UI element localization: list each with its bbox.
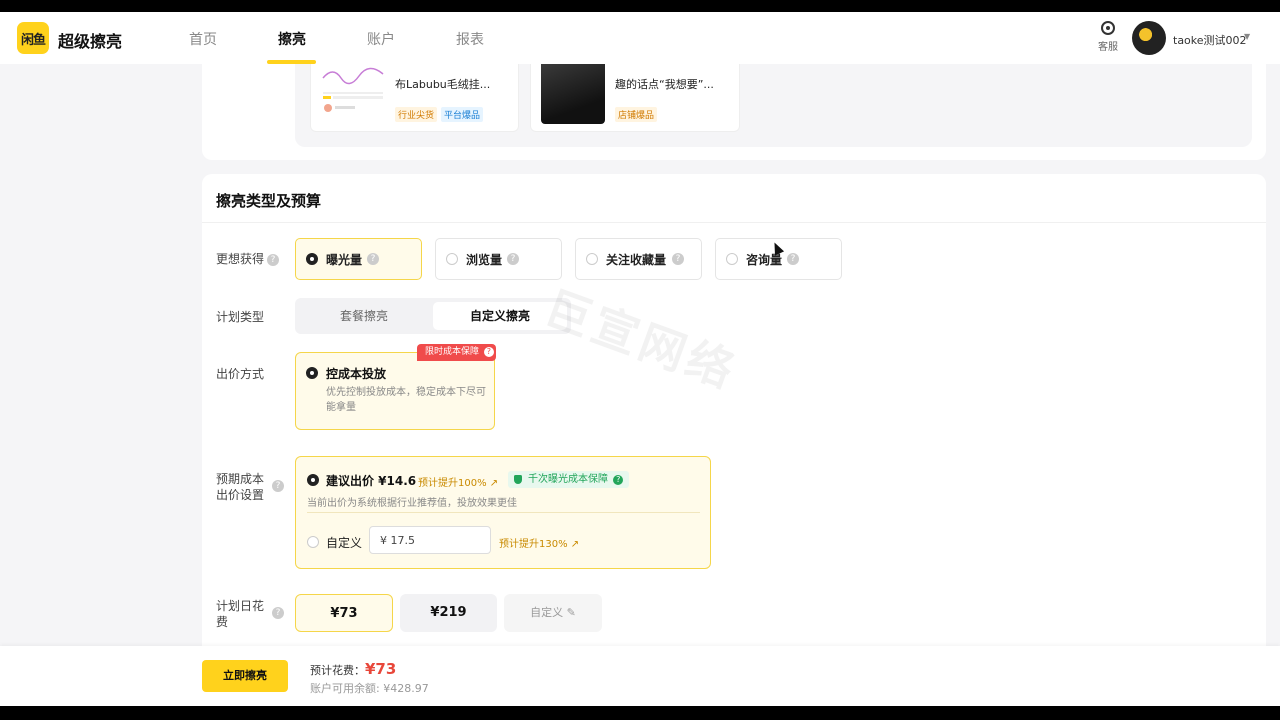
- case-item[interactable]: 布Labubu毛绒挂... 行业尖货 平台爆品: [310, 64, 519, 132]
- help-icon[interactable]: ?: [272, 607, 284, 619]
- case-title: 趣的话点“我想要”...: [615, 78, 714, 91]
- radio-unchecked-icon[interactable]: [307, 536, 319, 548]
- radio-checked-icon: [306, 253, 318, 265]
- headset-icon: [1101, 21, 1115, 35]
- guarantee-text: 千次曝光成本保障: [528, 474, 608, 485]
- help-icon[interactable]: ?: [672, 253, 684, 265]
- help-icon[interactable]: ?: [483, 347, 494, 357]
- case-tag: 平台爆品: [441, 107, 484, 122]
- custom-lift-text: 预计提升130%: [499, 539, 568, 550]
- custom-bid-label[interactable]: 自定义: [326, 534, 362, 551]
- radio-unchecked-icon: [726, 253, 738, 265]
- footer-bar: 立即擦亮 预计花费：¥73 账户可用余额: ¥428.97: [0, 646, 1280, 706]
- budget-option-custom[interactable]: 自定义 ✎: [504, 594, 602, 632]
- nav-report[interactable]: 报表: [456, 29, 484, 49]
- custom-lift: 预计提升130% ↗: [499, 535, 579, 550]
- radio-unchecked-icon: [586, 253, 598, 265]
- daily-budget-label-line1: 计划日花: [216, 599, 265, 613]
- nav-account[interactable]: 账户: [367, 29, 395, 49]
- suggested-hint: 当前出价为系统根据行业推荐值，投放效果更佳: [307, 498, 517, 509]
- watermark: 巨宣网络: [537, 280, 745, 400]
- arrow-up-icon: ↗: [489, 478, 499, 489]
- case-item[interactable]: 趣的话点“我想要”... 店铺爆品: [530, 64, 740, 132]
- nav-home[interactable]: 首页: [189, 29, 217, 49]
- suggested-lift: 预计提升100% ↗: [418, 474, 498, 489]
- goal-option-label: 关注收藏量: [606, 253, 667, 267]
- trend-chart-icon: [322, 67, 384, 112]
- bid-method-cost-control[interactable]: 控成本投放 优先控制投放成本，稳定成本下尽可能拿量: [295, 352, 495, 430]
- help-icon[interactable]: ?: [787, 253, 799, 265]
- estimated-cost-label: 预计花费：: [310, 664, 365, 677]
- bid-method-title: 控成本投放: [326, 367, 387, 381]
- estimated-cost: 预计花费：¥73: [310, 660, 396, 678]
- daily-budget-label: 计划日花 费: [216, 598, 264, 630]
- expected-cost-label-line2: 出价设置: [216, 488, 265, 502]
- goal-option-exposure[interactable]: 曝光量 ?: [295, 238, 422, 280]
- avatar[interactable]: [1132, 21, 1166, 55]
- customer-service-label: 客服: [1098, 42, 1118, 53]
- case-card: 布Labubu毛绒挂... 行业尖货 平台爆品 趣的话点“我想要”... 店铺爆…: [202, 64, 1266, 160]
- polish-settings-card: 擦亮类型及预算 更想获得? 曝光量 ? 浏览量 ? 关注收藏量 ? 咨询量 ? …: [202, 174, 1266, 706]
- divider: [202, 222, 1266, 223]
- bid-method-desc: 优先控制投放成本，稳定成本下尽可能拿量: [326, 387, 486, 413]
- plan-type-switch: 套餐擦亮 自定义擦亮: [295, 298, 571, 334]
- customer-service-button[interactable]: 客服: [1096, 21, 1120, 53]
- case-thumbnail: [321, 64, 385, 124]
- help-icon[interactable]: ?: [272, 480, 284, 492]
- help-icon[interactable]: ?: [507, 253, 519, 265]
- help-icon[interactable]: ?: [613, 475, 624, 485]
- plan-type-package[interactable]: 套餐擦亮: [295, 298, 433, 334]
- bid-method-label: 出价方式: [216, 367, 265, 381]
- radio-checked-icon: [306, 367, 318, 379]
- section-title: 擦亮类型及预算: [216, 192, 322, 210]
- goal-label: 更想获得?: [216, 251, 280, 267]
- suggested-lift-text: 预计提升100%: [418, 478, 487, 489]
- account-balance: 账户可用余额: ¥428.97: [310, 682, 429, 695]
- expected-cost-panel: 建议出价 ¥14.6 预计提升100% ↗ 千次曝光成本保障 ? 当前出价为系统…: [295, 456, 711, 569]
- badge-text: 限时成本保障: [425, 347, 480, 357]
- case-list: 布Labubu毛绒挂... 行业尖货 平台爆品 趣的话点“我想要”... 店铺爆…: [295, 64, 1252, 147]
- goal-option-label: 浏览量: [466, 253, 503, 267]
- suggested-bid[interactable]: 建议出价 ¥14.6: [326, 472, 416, 489]
- app-logo: 闲鱼: [17, 22, 49, 54]
- radio-checked-icon[interactable]: [307, 474, 319, 486]
- divider: [307, 512, 700, 513]
- custom-bid-input[interactable]: [369, 526, 491, 554]
- case-title: 布Labubu毛绒挂...: [395, 78, 491, 91]
- goal-option-label: 曝光量: [326, 253, 363, 267]
- daily-budget-label-line2: 费: [216, 615, 229, 629]
- case-thumbnail: [541, 64, 605, 124]
- shield-icon-badge: 千次曝光成本保障 ?: [508, 471, 630, 488]
- polish-now-button[interactable]: 立即擦亮: [202, 660, 288, 692]
- plan-type-label: 计划类型: [216, 310, 265, 324]
- top-navbar: 闲鱼 超级擦亮 首页 擦亮 账户 报表 客服 taoke测试002 ▼: [0, 12, 1280, 64]
- goal-label-text: 更想获得: [216, 252, 265, 266]
- estimated-cost-value: ¥73: [365, 660, 397, 678]
- arrow-up-icon: ↗: [570, 539, 580, 550]
- goal-option-follows[interactable]: 关注收藏量 ?: [575, 238, 702, 280]
- help-icon[interactable]: ?: [367, 253, 379, 265]
- cost-guarantee-badge: 限时成本保障 ?: [417, 344, 496, 361]
- brand-name: 超级擦亮: [58, 32, 123, 51]
- goal-option-views[interactable]: 浏览量 ?: [435, 238, 562, 280]
- case-tag: 店铺爆品: [615, 107, 658, 122]
- budget-option-73[interactable]: ¥73: [295, 594, 393, 632]
- budget-option-219[interactable]: ¥219: [400, 594, 497, 632]
- expected-cost-label: 预期成本 出价设置: [216, 471, 264, 503]
- chevron-down-icon[interactable]: ▼: [1244, 32, 1250, 41]
- help-icon[interactable]: ?: [267, 253, 280, 266]
- radio-unchecked-icon: [446, 253, 458, 265]
- username[interactable]: taoke测试002: [1173, 32, 1247, 48]
- nav-polish[interactable]: 擦亮: [278, 29, 306, 49]
- app-frame: 闲鱼 超级擦亮 首页 擦亮 账户 报表 客服 taoke测试002 ▼ 布Lab…: [0, 12, 1280, 706]
- case-tag: 行业尖货: [395, 107, 438, 122]
- expected-cost-label-line1: 预期成本: [216, 472, 265, 486]
